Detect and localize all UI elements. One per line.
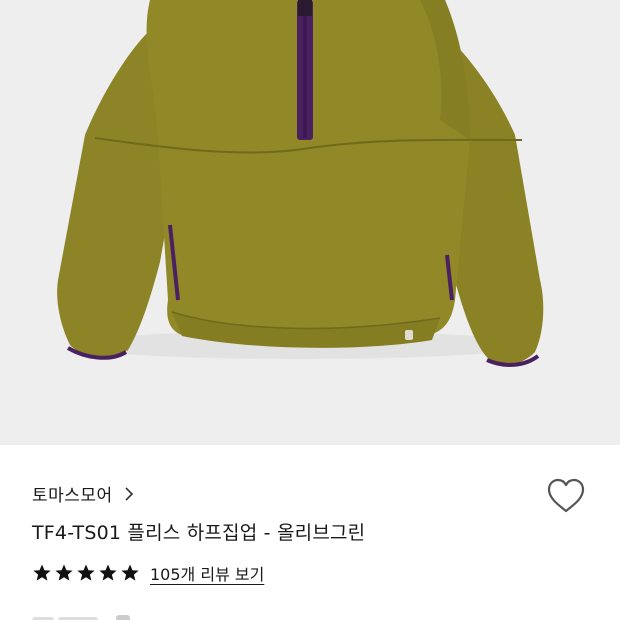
product-detail-page: 토마스모어 TF4-TS01 플리스 하프집업 - 올리브그린 105개 리뷰 … [0, 0, 620, 620]
price-peek [32, 615, 130, 620]
star-filled-icon [55, 564, 73, 581]
review-count-link[interactable]: 105개 리뷰 보기 [150, 561, 264, 585]
product-image[interactable] [0, 0, 620, 445]
star-filled-icon [33, 564, 51, 581]
rating-row: 105개 리뷰 보기 [32, 561, 264, 585]
star-filled-icon [99, 564, 117, 581]
star-filled-icon [121, 564, 139, 581]
star-filled-icon [77, 564, 95, 581]
product-info-panel: 토마스모어 TF4-TS01 플리스 하프집업 - 올리브그린 105개 리뷰 … [0, 445, 620, 620]
chevron-right-icon [125, 486, 133, 501]
brand-link[interactable]: 토마스모어 [32, 481, 135, 506]
heart-outline-icon[interactable] [546, 477, 586, 515]
product-title: TF4-TS01 플리스 하프집업 - 올리브그린 [32, 522, 366, 544]
fleece-jacket-illustration [0, 0, 620, 445]
rating-stars [32, 563, 140, 583]
brand-name: 토마스모어 [32, 486, 113, 506]
